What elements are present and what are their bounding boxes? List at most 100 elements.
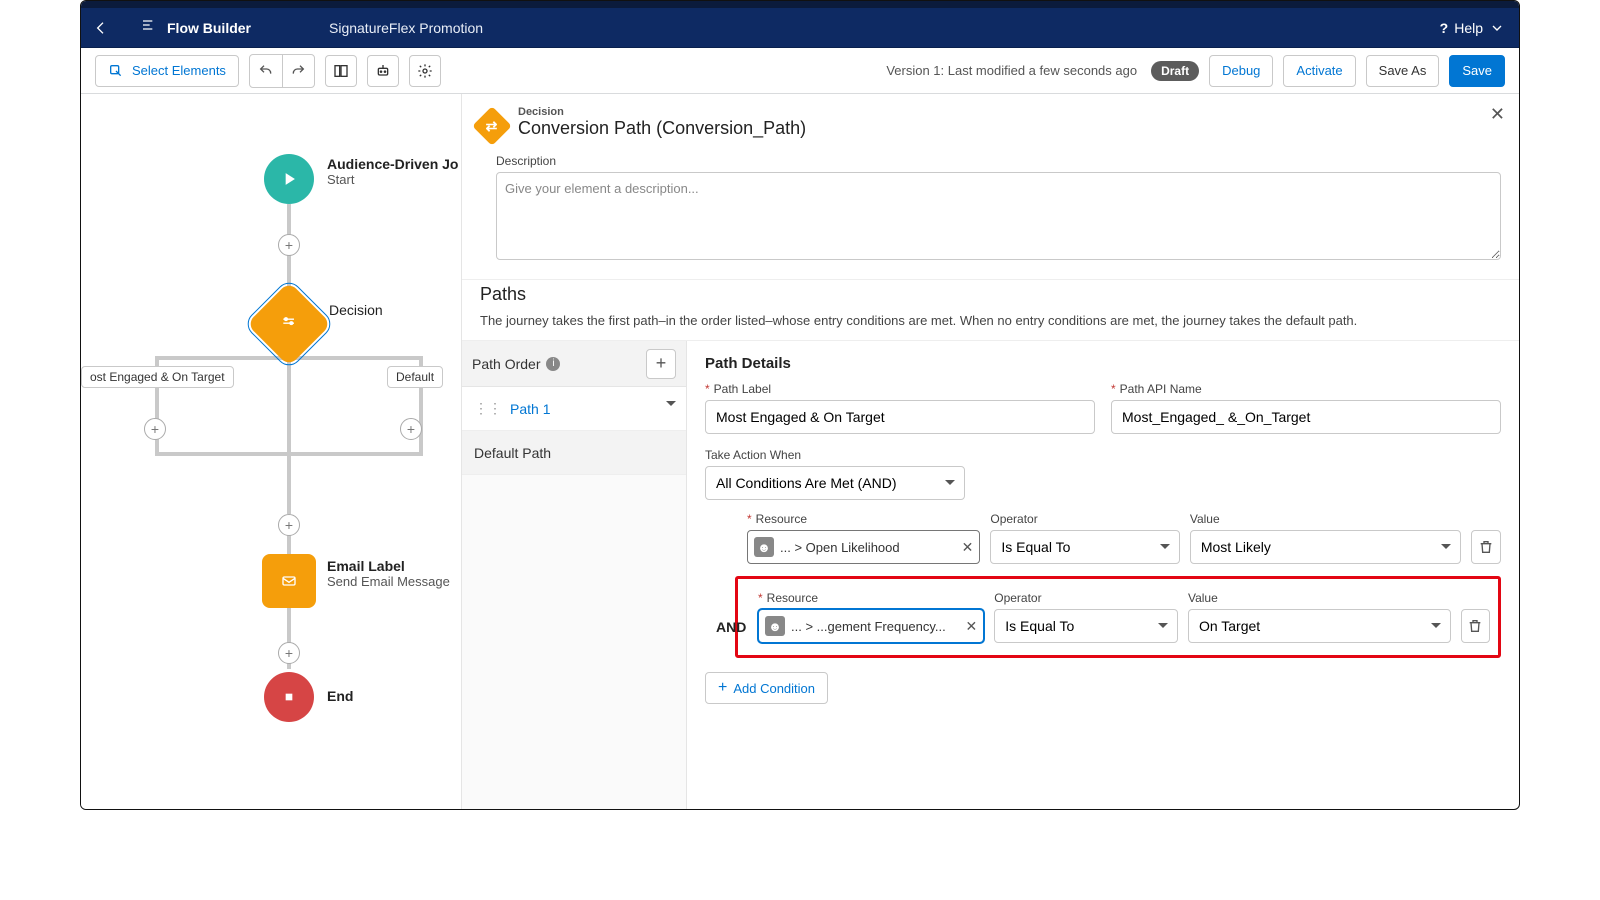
value-select[interactable] [1190,530,1461,564]
save-as-button[interactable]: Save As [1366,55,1440,87]
cursor-select-icon [108,63,124,79]
app-frame: Flow Builder SignatureFlex Promotion ? H… [80,0,1520,810]
path-details: Path Details Path Label Path API Name Ta… [687,341,1519,809]
resource-token[interactable]: ☻ ... > Open Likelihood ✕ [747,530,980,564]
path-item-default[interactable]: Default Path [462,431,686,475]
flow-builder-icon [141,17,157,38]
description-input[interactable] [496,172,1501,260]
end-node[interactable] [264,672,314,722]
paths-help-text: The journey takes the first path–in the … [462,309,1519,341]
canvas-layout-button[interactable] [325,55,357,87]
delete-condition-button[interactable] [1461,609,1490,643]
email-subtitle: Send Email Message [327,574,450,589]
branch-right-tag[interactable]: Default [387,366,443,388]
app-brand: Flow Builder [121,17,291,38]
operator-select[interactable] [994,609,1178,643]
add-condition-button[interactable]: + Add Condition [705,672,828,704]
value-select[interactable] [1188,609,1451,643]
chevron-down-icon [1489,20,1505,36]
panel-eyebrow: Decision [518,106,806,118]
select-elements-button[interactable]: Select Elements [95,55,239,87]
resource-label: Resource [758,591,984,605]
robot-icon: ☻ [754,537,774,557]
flow-canvas[interactable]: Audience-Driven Jo Start + Decision ost … [81,94,461,809]
api-name-label: Path API Name [1111,382,1501,396]
default-path-label: Default Path [474,445,551,461]
email-node[interactable] [262,554,316,608]
edge [155,452,423,456]
gear-icon [417,63,433,79]
resource-value: ... > ...gement Frequency... [791,619,960,634]
decision-label: Decision [329,302,383,318]
debug-button[interactable]: Debug [1209,55,1273,87]
start-node[interactable] [264,154,314,204]
add-node-button[interactable]: + [278,642,300,664]
api-name-input[interactable] [1111,400,1501,434]
resource-token[interactable]: ☻ ... > ...gement Frequency... ✕ [758,609,984,643]
conditions: Resource ☻ ... > Open Likelihood ✕ Opera… [705,506,1501,704]
close-panel-button[interactable]: ✕ [1490,104,1505,125]
operator-select[interactable] [990,530,1179,564]
save-button[interactable]: Save [1449,55,1505,87]
take-action-value[interactable] [705,466,965,500]
mail-icon [281,573,297,589]
add-node-button[interactable]: + [400,418,422,440]
path-label-input[interactable] [705,400,1095,434]
value-value[interactable] [1190,530,1461,564]
status-badge: Draft [1151,61,1199,81]
email-node-label: Email Label Send Email Message [327,558,450,589]
description-section: Description [462,150,1519,279]
undo-icon [258,63,274,79]
operator-value[interactable] [994,609,1178,643]
path-item-path1[interactable]: ⋮⋮ Path 1 [462,387,686,431]
add-condition-label: Add Condition [733,681,815,696]
layout-icon [333,63,349,79]
value-label: Value [1190,512,1461,526]
path-label-label: Path Label [705,382,1095,396]
add-node-button[interactable]: + [144,418,166,440]
einstein-button[interactable] [367,55,399,87]
play-icon [281,171,297,187]
take-action-label: Take Action When [705,448,1501,462]
add-node-button[interactable]: + [278,514,300,536]
paths-heading: Paths [462,279,1519,309]
value-value[interactable] [1188,609,1451,643]
panel-title: Conversion Path (Conversion_Path) [518,118,806,139]
robot-icon [375,63,391,79]
operator-label: Operator [994,591,1178,605]
resource-value: ... > Open Likelihood [780,540,956,555]
back-button[interactable] [81,8,121,48]
help-icon: ? [1440,20,1449,36]
help-menu[interactable]: ? Help [1440,8,1505,48]
toolbar-right: Version 1: Last modified a few seconds a… [886,55,1505,87]
description-label: Description [496,154,1501,168]
info-icon[interactable]: i [546,357,560,371]
add-node-button[interactable]: + [278,234,300,256]
decision-node[interactable] [247,282,332,367]
value-label: Value [1188,591,1451,605]
paths-columns: Path Orderi + ⋮⋮ Path 1 Default Path [462,341,1519,809]
settings-button[interactable] [409,55,441,87]
undo-button[interactable] [250,55,282,87]
panel-header: ⇄ Decision Conversion Path (Conversion_P… [462,94,1519,150]
title-bar-strip [81,1,1519,8]
property-panel: ⇄ Decision Conversion Path (Conversion_P… [461,94,1519,809]
clear-icon[interactable]: ✕ [962,539,974,556]
drag-handle-icon[interactable]: ⋮⋮ [474,400,502,417]
add-path-button[interactable]: + [646,349,676,379]
redo-button[interactable] [282,55,314,87]
delete-condition-button[interactable] [1471,530,1501,564]
start-node-label: Audience-Driven Jo Start [327,156,458,187]
operator-label: Operator [990,512,1179,526]
select-elements-label: Select Elements [132,63,226,78]
condition-row: AND Resource ☻ ... > ...gement Frequency… [758,585,1490,649]
start-title: Audience-Driven Jo [327,156,458,172]
branch-left-tag[interactable]: ost Engaged & On Target [81,366,234,388]
activate-button[interactable]: Activate [1283,55,1355,87]
stop-icon [281,689,297,705]
arrow-left-icon [93,20,109,36]
clear-icon[interactable]: ✕ [966,618,978,635]
operator-value[interactable] [990,530,1179,564]
toolbar: Select Elements Version 1: Last modified… [81,48,1519,94]
take-action-select[interactable] [705,466,965,500]
